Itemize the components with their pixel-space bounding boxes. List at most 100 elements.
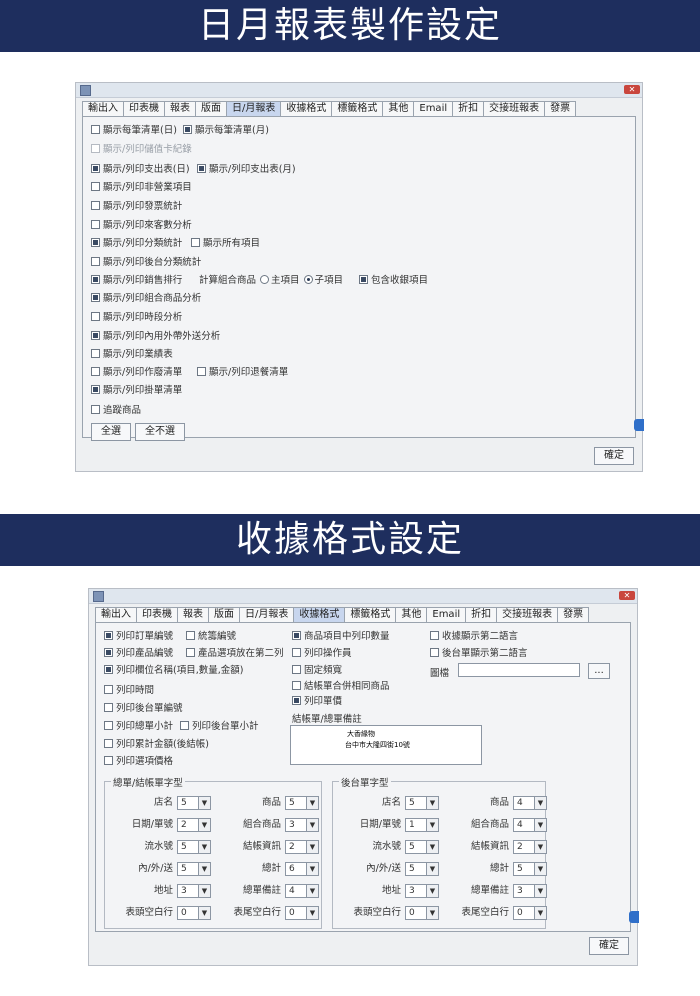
- confirm-button[interactable]: 確定: [589, 937, 629, 955]
- chevron-down-icon[interactable]: ▼: [198, 841, 210, 853]
- font-size-select[interactable]: 3 ▼: [285, 818, 319, 832]
- checkbox-box[interactable]: [91, 238, 100, 247]
- checkbox-option[interactable]: 列印時間: [104, 685, 154, 697]
- chevron-down-icon[interactable]: ▼: [306, 885, 318, 897]
- checkbox-box[interactable]: [91, 257, 100, 266]
- chevron-down-icon[interactable]: ▼: [426, 841, 438, 853]
- font-size-select[interactable]: 5 ▼: [405, 840, 439, 854]
- checkbox-box[interactable]: [104, 685, 113, 694]
- checkbox-box[interactable]: [292, 665, 301, 674]
- checkbox-option[interactable]: 結帳單合併相同商品: [292, 681, 390, 693]
- font-size-select[interactable]: 5 ▼: [513, 862, 547, 876]
- checkbox-option[interactable]: 顯示所有項目: [191, 238, 260, 250]
- checkbox-box[interactable]: [104, 756, 113, 765]
- tab-10[interactable]: 交接班報表: [483, 101, 545, 117]
- close-icon[interactable]: ✕: [619, 591, 635, 600]
- tab-5[interactable]: 收據格式: [293, 607, 345, 623]
- checkbox-box[interactable]: [91, 164, 100, 173]
- checkbox-box[interactable]: [292, 681, 301, 690]
- deselect-all-button[interactable]: 全不選: [135, 423, 185, 441]
- checkbox-option[interactable]: 顯示/列印作廢清單: [91, 367, 182, 379]
- font-size-select[interactable]: 3 ▼: [405, 884, 439, 898]
- font-size-select[interactable]: 4 ▼: [513, 796, 547, 810]
- tab-7[interactable]: 其他: [395, 607, 427, 623]
- font-size-select[interactable]: 0 ▼: [177, 906, 211, 920]
- chevron-down-icon[interactable]: ▼: [534, 885, 546, 897]
- tab-0[interactable]: 輸出入: [95, 607, 136, 623]
- font-size-select[interactable]: 5 ▼: [177, 796, 211, 810]
- checkbox-option[interactable]: 顯示/列印退餐清單: [197, 367, 288, 379]
- checkbox-box[interactable]: [430, 631, 439, 640]
- logo-path-input[interactable]: [458, 663, 580, 677]
- font-size-select[interactable]: 5 ▼: [405, 796, 439, 810]
- tab-6[interactable]: 標籤格式: [331, 101, 383, 117]
- note-textarea[interactable]: 大香緣物 台中市大隆四街10號: [290, 725, 482, 765]
- checkbox-box[interactable]: [292, 696, 301, 705]
- confirm-button[interactable]: 確定: [594, 447, 634, 465]
- checkbox-box[interactable]: [292, 631, 301, 640]
- font-size-select[interactable]: 5 ▼: [177, 840, 211, 854]
- checkbox-box[interactable]: [191, 238, 200, 247]
- chevron-down-icon[interactable]: ▼: [534, 819, 546, 831]
- chevron-down-icon[interactable]: ▼: [306, 797, 318, 809]
- font-size-select[interactable]: 2 ▼: [513, 840, 547, 854]
- checkbox-option[interactable]: 顯示/列印掛單清單: [91, 385, 182, 397]
- font-size-select[interactable]: 2 ▼: [285, 840, 319, 854]
- chevron-down-icon[interactable]: ▼: [198, 797, 210, 809]
- checkbox-option[interactable]: 列印選項價格: [104, 756, 173, 768]
- checkbox-box[interactable]: [197, 367, 206, 376]
- select-all-button[interactable]: 全選: [91, 423, 131, 441]
- checkbox-option[interactable]: 列印總單小計: [104, 721, 173, 733]
- font-size-select[interactable]: 0 ▼: [285, 906, 319, 920]
- chevron-down-icon[interactable]: ▼: [198, 885, 210, 897]
- tab-3[interactable]: 版面: [195, 101, 226, 117]
- checkbox-box[interactable]: [186, 648, 195, 657]
- checkbox-option[interactable]: 列印欄位名稱(項目,數量,金額): [104, 665, 243, 677]
- checkbox-option[interactable]: 統籌編號: [186, 631, 236, 643]
- checkbox-box[interactable]: [91, 312, 100, 321]
- checkbox-option[interactable]: 產品選項放在第二列: [186, 648, 284, 660]
- radio-sub-item[interactable]: [303, 275, 313, 284]
- tab-3[interactable]: 版面: [208, 607, 239, 623]
- tab-8[interactable]: Email: [413, 101, 453, 117]
- tab-11[interactable]: 發票: [544, 101, 577, 117]
- tab-0[interactable]: 輸出入: [82, 101, 123, 117]
- checkbox-option[interactable]: 顯示/列印支出表(月): [197, 164, 296, 176]
- chevron-down-icon[interactable]: ▼: [534, 863, 546, 875]
- side-gadget-icon[interactable]: [629, 911, 639, 923]
- checkbox-option[interactable]: 列印產品編號: [104, 648, 173, 660]
- chevron-down-icon[interactable]: ▼: [426, 797, 438, 809]
- checkbox-box[interactable]: [430, 648, 439, 657]
- checkbox-option[interactable]: 列印累計金額(後結帳): [104, 739, 209, 751]
- tab-9[interactable]: 折扣: [452, 101, 484, 117]
- chevron-down-icon[interactable]: ▼: [306, 819, 318, 831]
- tab-6[interactable]: 標籤格式: [344, 607, 396, 623]
- checkbox-option[interactable]: 顯示/列印後台分類統計: [91, 257, 201, 269]
- font-size-select[interactable]: 5 ▼: [177, 862, 211, 876]
- checkbox-option[interactable]: 顯示/列印支出表(日): [91, 164, 190, 176]
- font-size-select[interactable]: 5 ▼: [405, 862, 439, 876]
- chevron-down-icon[interactable]: ▼: [306, 907, 318, 919]
- chevron-down-icon[interactable]: ▼: [426, 819, 438, 831]
- close-icon[interactable]: ✕: [624, 85, 640, 94]
- font-size-select[interactable]: 0 ▼: [513, 906, 547, 920]
- checkbox-box[interactable]: [91, 125, 100, 134]
- checkbox-option[interactable]: 顯示/列印非營業項目: [91, 182, 192, 194]
- checkbox-box[interactable]: [91, 293, 100, 302]
- checkbox-option[interactable]: 收據顯示第二語言: [430, 631, 518, 643]
- font-size-select[interactable]: 3 ▼: [513, 884, 547, 898]
- checkbox-option[interactable]: 列印後台單小計: [180, 721, 259, 733]
- checkbox-option[interactable]: 顯示每筆清單(日): [91, 125, 177, 137]
- checkbox-option[interactable]: 追蹤商品: [91, 405, 141, 417]
- checkbox-box[interactable]: [183, 125, 192, 134]
- tab-7[interactable]: 其他: [382, 101, 414, 117]
- checkbox-option[interactable]: 顯示/列印時段分析: [91, 312, 182, 324]
- checkbox-box[interactable]: [359, 275, 368, 284]
- checkbox-box[interactable]: [292, 648, 301, 657]
- chevron-down-icon[interactable]: ▼: [534, 841, 546, 853]
- browse-button[interactable]: ...: [588, 663, 610, 679]
- tab-4[interactable]: 日/月報表: [226, 101, 281, 117]
- checkbox-option[interactable]: 顯示/列印來客數分析: [91, 220, 192, 232]
- chevron-down-icon[interactable]: ▼: [198, 863, 210, 875]
- checkbox-box[interactable]: [104, 648, 113, 657]
